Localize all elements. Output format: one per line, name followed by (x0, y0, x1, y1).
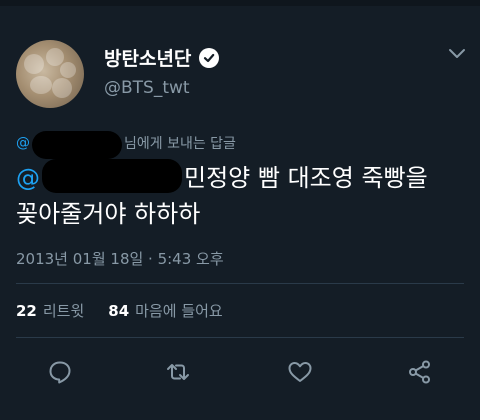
replying-to-line: @ 님에게 보내는 답글 (16, 129, 236, 159)
chevron-down-icon[interactable] (448, 48, 466, 60)
top-divider (0, 0, 480, 6)
heart-icon (288, 362, 312, 382)
share-icon (409, 360, 430, 384)
share-button[interactable] (400, 352, 440, 392)
tweet-detail-screen: 방탄소년단 @BTS_twt @ 님에게 보내는 답글 @ 민정양 빰 대조영 죽… (0, 0, 480, 420)
author-handle[interactable]: @BTS_twt (104, 78, 190, 98)
divider (16, 337, 464, 338)
tweet-line1: 민정양 빰 대조영 죽빵을 (184, 164, 428, 192)
tweet-line2: 꽂아줄거야 하하하 (16, 200, 201, 228)
like-label[interactable]: 마음에 들어요 (135, 300, 223, 321)
like-button[interactable] (280, 352, 320, 392)
tweet-timestamp[interactable]: 2013년 01월 18일 · 5:43 오후 (16, 248, 224, 269)
redacted-username (32, 131, 122, 159)
reply-to-at[interactable]: @ (16, 135, 30, 151)
retweet-icon (167, 364, 189, 380)
reply-button[interactable] (40, 352, 80, 392)
tweet-mention[interactable]: @ (16, 164, 40, 192)
retweet-button[interactable] (158, 352, 198, 392)
retweet-count[interactable]: 22 (16, 302, 37, 320)
engagement-stats: 22 리트윗 84 마음에 들어요 (16, 300, 223, 321)
reply-icon (49, 361, 71, 384)
retweet-label[interactable]: 리트윗 (43, 300, 84, 321)
author-display-name[interactable]: 방탄소년단 (104, 44, 191, 71)
divider (16, 283, 464, 284)
verified-badge-icon (199, 47, 220, 68)
redacted-mention (42, 159, 182, 193)
reply-to-suffix: 님에게 보내는 답글 (124, 136, 236, 152)
author-name-row[interactable]: 방탄소년단 (104, 44, 220, 71)
action-bar (0, 352, 480, 392)
avatar[interactable] (16, 40, 84, 108)
like-count[interactable]: 84 (108, 302, 129, 320)
tweet-text: @ 민정양 빰 대조영 죽빵을 꽂아줄거야 하하하 (16, 159, 472, 232)
